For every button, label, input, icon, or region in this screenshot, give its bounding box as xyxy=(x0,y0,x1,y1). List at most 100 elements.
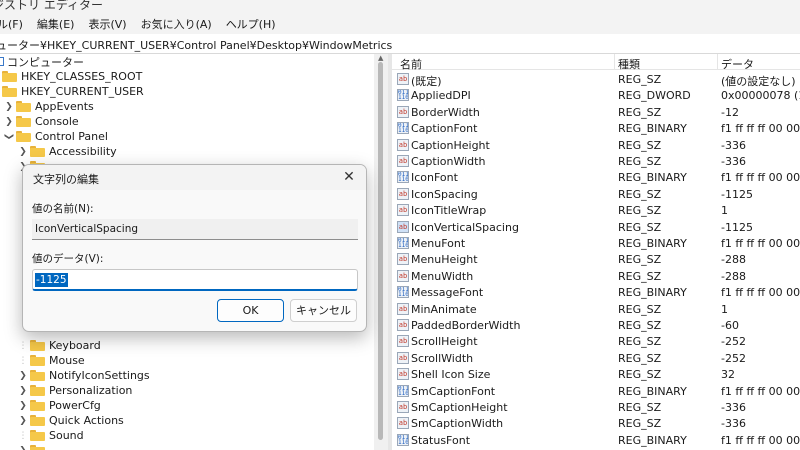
chevron-right-icon[interactable]: ❯ xyxy=(4,114,14,129)
address-path[interactable]: ューター¥HKEY_CURRENT_USER¥Control Panel¥Des… xyxy=(0,37,392,53)
menu-file[interactable]: ル(F) xyxy=(0,16,30,34)
tree-item-hkcu[interactable]: HKEY_CURRENT_USER xyxy=(0,84,144,99)
binary-value-icon: 011 110 xyxy=(397,433,409,446)
menu-favorites[interactable]: お気に入り(A) xyxy=(134,16,219,34)
tree-item-label: Console xyxy=(35,115,79,128)
value-data-cell: 0x00000078 (120) xyxy=(721,89,800,103)
tree-item-console[interactable]: ❯ Console xyxy=(4,114,79,129)
tree-item-sound[interactable]: ⋮ Sound xyxy=(18,428,84,443)
value-list[interactable]: 名前 種類 データ ab (既定) REG_SZ (値の設定なし) 011 110 Appl… xyxy=(392,54,800,450)
tree-item-accessibility[interactable]: ❯ Accessibility xyxy=(18,144,116,159)
list-item[interactable]: 011 110 IconFont REG_BINARY f1 ff ff ff 00 0… xyxy=(392,169,800,185)
value-type-cell: REG_BINARY xyxy=(618,433,687,447)
list-item[interactable]: ab ScrollWidth REG_SZ -252 xyxy=(392,350,800,366)
chevron-down-icon[interactable]: ❯ xyxy=(2,132,17,142)
list-item[interactable]: 011110AppliedDPI REG_DWORD 0x00000078 (120… xyxy=(392,87,800,103)
list-item[interactable]: ab BorderWidth REG_SZ -12 xyxy=(392,104,800,120)
tree-item-keyboard[interactable]: ⋮ Keyboard xyxy=(18,338,101,353)
list-item[interactable]: ab PaddedBorderWidth REG_SZ -60 xyxy=(392,317,800,333)
tree-item-mouse[interactable]: ⋮ Mouse xyxy=(18,353,85,368)
column-separator[interactable] xyxy=(717,54,718,70)
value-data-cell: f1 ff ff ff 00 00 00 xyxy=(721,433,800,447)
list-item[interactable]: ab Shell Icon Size REG_SZ 32 xyxy=(392,366,800,382)
list-item[interactable]: 011 110 CaptionFont REG_BINARY f1 ff ff ff 0… xyxy=(392,120,800,136)
value-data-selected-text[interactable]: -1125 xyxy=(35,273,68,287)
cancel-button[interactable]: キャンセル xyxy=(290,299,357,322)
value-data-cell: -12 xyxy=(721,105,739,119)
chevron-right-icon[interactable]: ❯ xyxy=(18,398,28,413)
tree-scrollbar[interactable]: ▲ xyxy=(374,54,388,450)
list-item[interactable]: ab MenuHeight REG_SZ -288 xyxy=(392,251,800,267)
tree-item-label: Personalization xyxy=(49,384,133,397)
string-value-icon: ab xyxy=(397,401,409,413)
column-data-header[interactable]: データ xyxy=(721,56,754,72)
string-value-icon: ab xyxy=(397,417,409,430)
list-item[interactable]: ab CaptionHeight REG_SZ -336 xyxy=(392,137,800,153)
value-type-cell: REG_BINARY xyxy=(618,286,687,300)
tree-item-hkcr[interactable]: HKEY_CLASSES_ROOT xyxy=(0,69,142,84)
value-type-cell: REG_SZ xyxy=(618,105,662,119)
menu-edit[interactable]: 編集(E) xyxy=(30,16,82,34)
tree-item-notifyiconsettings[interactable]: ❯ NotifyIconSettings xyxy=(18,368,149,383)
value-name-cell: MenuWidth xyxy=(411,269,474,283)
value-data-cell: -288 xyxy=(721,253,746,267)
chevron-right-icon[interactable]: ❯ xyxy=(18,383,28,398)
value-type-cell: REG_SZ xyxy=(618,368,662,382)
list-item[interactable]: 011 110 SmCaptionFont REG_BINARY f1 ff ff ff… xyxy=(392,383,800,399)
list-item[interactable]: ab SmCaptionHeight REG_SZ -336 xyxy=(392,399,800,415)
value-data-cell: -252 xyxy=(721,335,746,349)
tree-item-powercfg[interactable]: ❯ PowerCfg xyxy=(18,398,101,413)
tree-item-label: PowerCfg xyxy=(49,399,101,412)
string-value-icon: ab xyxy=(397,105,409,118)
string-value-icon: ab xyxy=(397,155,409,167)
value-name-cell: AppliedDPI xyxy=(411,89,471,103)
chevron-right-icon[interactable]: ❯ xyxy=(18,443,28,450)
tree-item-appevents[interactable]: ❯ AppEvents xyxy=(4,99,94,114)
close-icon[interactable]: ✕ xyxy=(340,168,358,186)
list-item[interactable]: ab MinAnimate REG_SZ 1 xyxy=(392,301,800,317)
column-name-header[interactable]: 名前 xyxy=(400,56,422,72)
list-item[interactable]: ab SmCaptionWidth REG_SZ -336 xyxy=(392,415,800,431)
folder-icon xyxy=(30,445,45,450)
scroll-up-arrow-icon[interactable]: ▲ xyxy=(378,54,383,62)
list-item[interactable]: 011 110 MenuFont REG_BINARY f1 ff ff ff 00 0… xyxy=(392,235,800,251)
tree-item-control-panel[interactable]: ❯ Control Panel xyxy=(4,129,108,144)
value-data-input[interactable]: -1125 xyxy=(32,269,358,291)
list-item[interactable]: ab CaptionWidth REG_SZ -336 xyxy=(392,153,800,169)
list-item[interactable]: ab ScrollHeight REG_SZ -252 xyxy=(392,333,800,349)
value-name-cell: BorderWidth xyxy=(411,105,480,119)
folder-icon xyxy=(2,86,17,97)
tree-item-quick-actions[interactable]: ❯ Quick Actions xyxy=(18,413,124,428)
binary-value-icon: 011 110 xyxy=(397,171,409,184)
chevron-right-icon[interactable]: ❯ xyxy=(18,144,28,159)
menu-view[interactable]: 表示(V) xyxy=(81,16,133,34)
list-item[interactable]: ab (既定) REG_SZ (値の設定なし) xyxy=(392,71,800,88)
value-name-cell: MinAnimate xyxy=(411,302,477,316)
chevron-right-icon[interactable]: ❯ xyxy=(4,99,14,114)
list-item[interactable]: ab MenuWidth REG_SZ -288 xyxy=(392,268,800,284)
ok-button[interactable]: OK xyxy=(217,299,284,322)
value-data-cell: f1 ff ff ff 00 00 00 xyxy=(721,122,800,136)
list-item[interactable]: 011 110 MessageFont REG_BINARY f1 ff ff ff 0… xyxy=(392,284,800,300)
list-item[interactable]: ab IconVerticalSpacing REG_SZ -1125 xyxy=(392,219,800,235)
chevron-right-icon[interactable]: ❯ xyxy=(18,368,28,383)
tree-item-label: AppEvents xyxy=(35,100,94,113)
address-bar[interactable]: ューター¥HKEY_CURRENT_USER¥Control Panel¥Des… xyxy=(0,34,800,54)
list-item[interactable]: 011 110 StatusFont REG_BINARY f1 ff ff ff 00… xyxy=(392,432,800,448)
tree-root[interactable]: コンピューター xyxy=(0,54,84,69)
value-name-cell: PaddedBorderWidth xyxy=(411,319,521,332)
tree-item-personalization[interactable]: ❯ Personalization xyxy=(18,383,132,398)
column-type-header[interactable]: 種類 xyxy=(618,56,640,72)
list-item[interactable]: ab IconSpacing REG_SZ -1125 xyxy=(392,186,800,202)
scrollbar-thumb[interactable] xyxy=(378,62,383,440)
tree-connector: ⋮ xyxy=(18,340,28,351)
value-data-cell: f1 ff ff ff 00 00 00 xyxy=(721,237,800,250)
list-item[interactable]: ab IconTitleWrap REG_SZ 1 xyxy=(392,202,800,218)
value-type-cell: REG_SZ xyxy=(618,73,662,86)
value-type-cell: REG_SZ xyxy=(618,401,662,414)
column-separator[interactable] xyxy=(614,54,615,70)
chevron-right-icon[interactable]: ❯ xyxy=(18,413,28,428)
menu-help[interactable]: ヘルプ(H) xyxy=(219,16,283,34)
tree-item-partial-bottom[interactable]: ❯ xyxy=(18,443,49,450)
value-data-cell: -336 xyxy=(721,138,746,152)
